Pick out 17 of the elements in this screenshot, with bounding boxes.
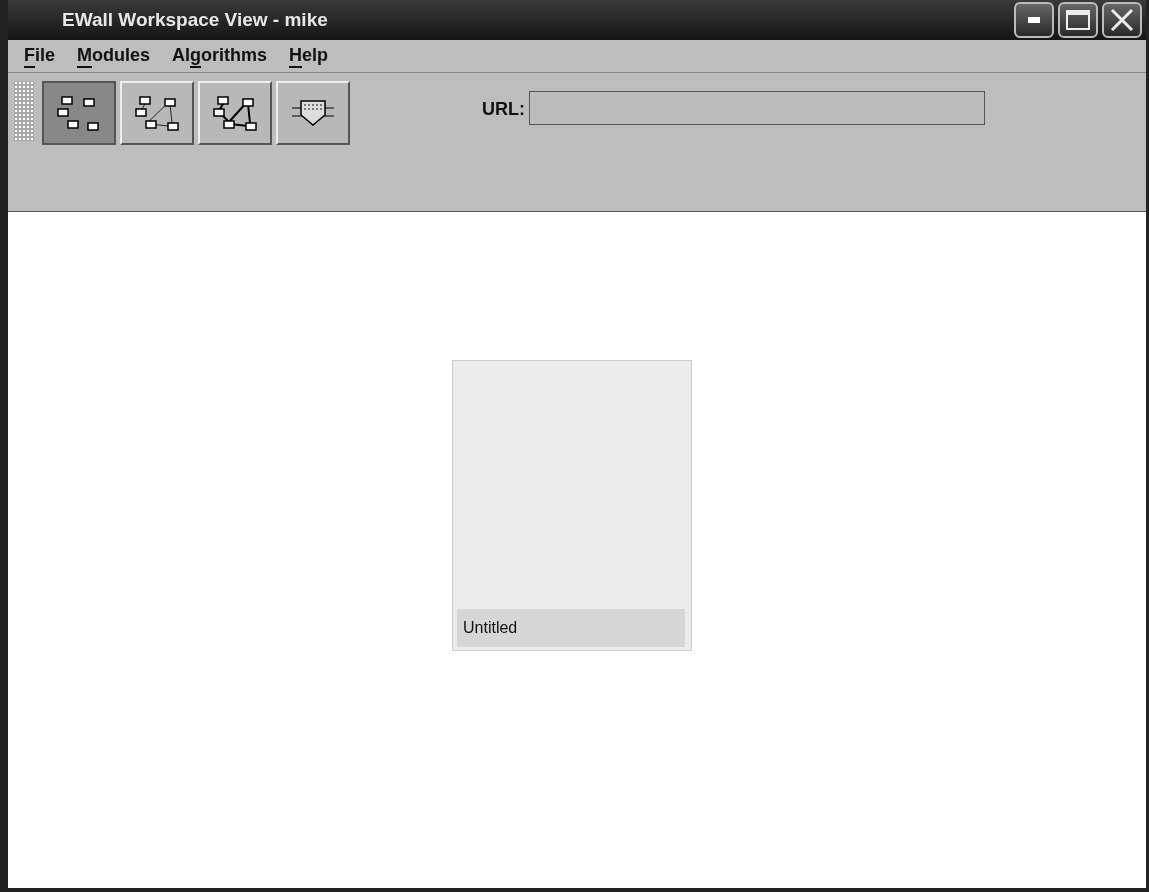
minimize-button[interactable] <box>1014 2 1054 38</box>
menu-item[interactable]: File <box>24 44 55 68</box>
card-title: Untitled <box>457 608 685 647</box>
menu-item[interactable]: Algorithms <box>172 44 268 68</box>
url-field[interactable] <box>529 91 985 125</box>
menu-item[interactable]: Help <box>289 44 329 68</box>
maximize-icon <box>1066 10 1090 30</box>
maximize-button[interactable] <box>1058 2 1098 38</box>
close-button[interactable] <box>1102 2 1142 38</box>
minimize-icon <box>1028 17 1040 23</box>
view-toggle-button[interactable] <box>42 81 116 145</box>
close-icon <box>1110 8 1134 32</box>
workspace-card[interactable]: Untitled <box>452 359 692 651</box>
toolbar-grip[interactable] <box>14 81 34 141</box>
url-label: URL: <box>482 99 525 120</box>
menu-item[interactable]: Modules <box>77 44 151 68</box>
window-title: EWall Workspace View - mike <box>62 9 329 31</box>
